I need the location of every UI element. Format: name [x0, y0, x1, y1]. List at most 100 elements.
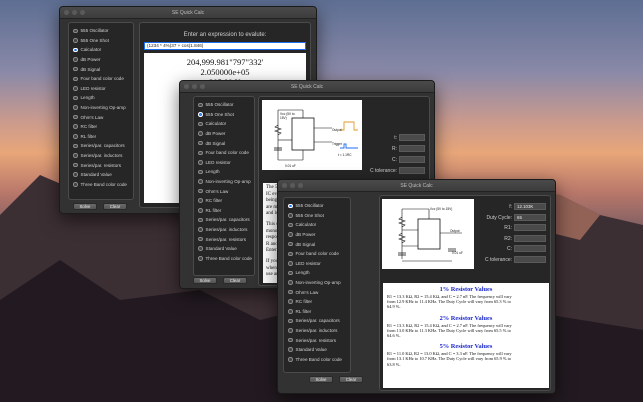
radio-button-icon[interactable] [73, 162, 78, 168]
radio-option[interactable]: Three Band color code [194, 254, 254, 264]
minimize-window-icon[interactable] [192, 84, 197, 89]
radio-option[interactable]: Non-inverting Op-amp [284, 278, 350, 288]
capacitance-field[interactable] [399, 156, 425, 163]
radio-button-icon[interactable] [73, 57, 78, 62]
radio-option[interactable]: Four band color code [69, 74, 133, 84]
radio-button-icon[interactable] [288, 299, 293, 304]
radio-button-icon[interactable] [198, 208, 203, 213]
close-window-icon[interactable] [184, 84, 189, 89]
radio-button-icon[interactable] [288, 318, 293, 324]
radio-option[interactable]: dB Signal [69, 64, 133, 74]
radio-button-icon[interactable] [73, 47, 78, 53]
radio-button-icon[interactable] [73, 134, 78, 139]
radio-button-icon[interactable] [288, 241, 293, 247]
clear-button[interactable]: Clear [103, 203, 127, 210]
radio-button-icon[interactable] [288, 357, 293, 362]
radio-option[interactable]: Length [69, 93, 133, 103]
solve-button[interactable]: Solve [309, 376, 333, 383]
radio-button-icon[interactable] [288, 203, 293, 209]
radio-option[interactable]: Four band color code [194, 148, 254, 158]
zoom-window-icon[interactable] [298, 183, 303, 188]
radio-button-icon[interactable] [198, 140, 203, 146]
radio-button-icon[interactable] [288, 337, 293, 343]
radio-option[interactable]: LED resistor [69, 84, 133, 94]
radio-option[interactable]: dB Signal [194, 138, 254, 148]
radio-option[interactable]: Non-inverting Op-amp [69, 103, 133, 113]
radio-option[interactable]: RC filter [284, 297, 350, 307]
minimize-window-icon[interactable] [72, 10, 77, 15]
radio-button-icon[interactable] [198, 227, 203, 232]
radio-button-icon[interactable] [198, 188, 203, 194]
radio-button-icon[interactable] [288, 222, 293, 228]
radio-option[interactable]: Length [194, 167, 254, 177]
radio-button-icon[interactable] [198, 131, 203, 136]
radio-option[interactable]: dB Power [284, 230, 350, 240]
input-field[interactable] [514, 245, 546, 252]
radio-option[interactable]: Calculator [194, 119, 254, 129]
radio-button-icon[interactable] [288, 289, 293, 295]
radio-button-icon[interactable] [73, 143, 78, 149]
radio-option[interactable]: Three Band color code [284, 355, 350, 365]
radio-button-icon[interactable] [73, 95, 78, 101]
minimize-window-icon[interactable] [290, 183, 295, 188]
input-field[interactable]: 12.103K [514, 203, 546, 210]
radio-option[interactable]: Four band color code [284, 249, 350, 259]
radio-option[interactable]: LED resistor [284, 259, 350, 269]
radio-button-icon[interactable] [198, 246, 203, 251]
close-window-icon[interactable] [64, 10, 69, 15]
radio-button-icon[interactable] [73, 66, 78, 72]
radio-button-icon[interactable] [198, 169, 203, 175]
radio-button-icon[interactable] [198, 112, 203, 117]
radio-option[interactable]: RL filter [194, 206, 254, 216]
radio-button-icon[interactable] [73, 86, 78, 91]
radio-option[interactable]: Series/par. resistors [194, 234, 254, 244]
radio-option[interactable]: Three Band color code [69, 180, 133, 190]
radio-option[interactable]: Length [284, 268, 350, 278]
radio-option[interactable]: LED resistor [194, 158, 254, 168]
expression-input[interactable]: (1234 * 4%)37 + cos(1.846) [144, 42, 306, 50]
radio-button-icon[interactable] [73, 114, 78, 120]
title-bar[interactable]: SE Quick Calc [278, 180, 555, 192]
radio-option[interactable]: Series/par. resistors [284, 335, 350, 345]
radio-option[interactable]: RL filter [69, 132, 133, 142]
radio-option[interactable]: Calculator [284, 220, 350, 230]
clear-button[interactable]: Clear [223, 277, 247, 284]
radio-option[interactable]: Ohm's Law [194, 186, 254, 196]
radio-option[interactable]: 555 Oscillator [69, 26, 133, 36]
input-field[interactable] [514, 224, 546, 231]
radio-button-icon[interactable] [288, 251, 293, 257]
radio-button-icon[interactable] [198, 102, 203, 108]
radio-option[interactable]: RC filter [194, 196, 254, 206]
time-field[interactable] [399, 134, 425, 141]
input-field[interactable] [514, 255, 546, 263]
radio-option[interactable]: Series/par. capacitors [69, 141, 133, 151]
radio-button-icon[interactable] [73, 172, 78, 177]
radio-button-icon[interactable] [198, 198, 203, 203]
radio-button-icon[interactable] [73, 38, 78, 43]
radio-button-icon[interactable] [198, 179, 203, 184]
radio-button-icon[interactable] [198, 160, 203, 165]
radio-option[interactable]: 555 Oscillator [284, 201, 350, 211]
radio-button-icon[interactable] [288, 261, 293, 266]
radio-button-icon[interactable] [288, 347, 293, 352]
radio-option[interactable]: Series/par. capacitors [194, 215, 254, 225]
radio-option[interactable]: Non-inverting Op-amp [194, 177, 254, 187]
radio-option[interactable]: 555 One Shot [284, 211, 350, 221]
radio-button-icon[interactable] [73, 105, 78, 110]
radio-option[interactable]: Series/par. capacitors [284, 316, 350, 326]
radio-button-icon[interactable] [288, 280, 293, 285]
title-bar[interactable]: SE Quick Calc [180, 81, 434, 93]
radio-option[interactable]: 555 One Shot [194, 110, 254, 120]
radio-button-icon[interactable] [73, 76, 78, 82]
radio-button-icon[interactable] [288, 270, 293, 276]
radio-button-icon[interactable] [198, 236, 203, 242]
radio-button-icon[interactable] [73, 153, 78, 158]
radio-option[interactable]: Series/par. inductors [69, 151, 133, 161]
clear-button[interactable]: Clear [339, 376, 363, 383]
solve-button[interactable]: Solve [193, 277, 217, 284]
radio-option[interactable]: Standard Value [284, 345, 350, 355]
radio-option[interactable]: Standard Value [194, 244, 254, 254]
radio-button-icon[interactable] [198, 256, 203, 261]
radio-option[interactable]: RL filter [284, 307, 350, 317]
radio-option[interactable]: Series/par. inductors [284, 326, 350, 336]
